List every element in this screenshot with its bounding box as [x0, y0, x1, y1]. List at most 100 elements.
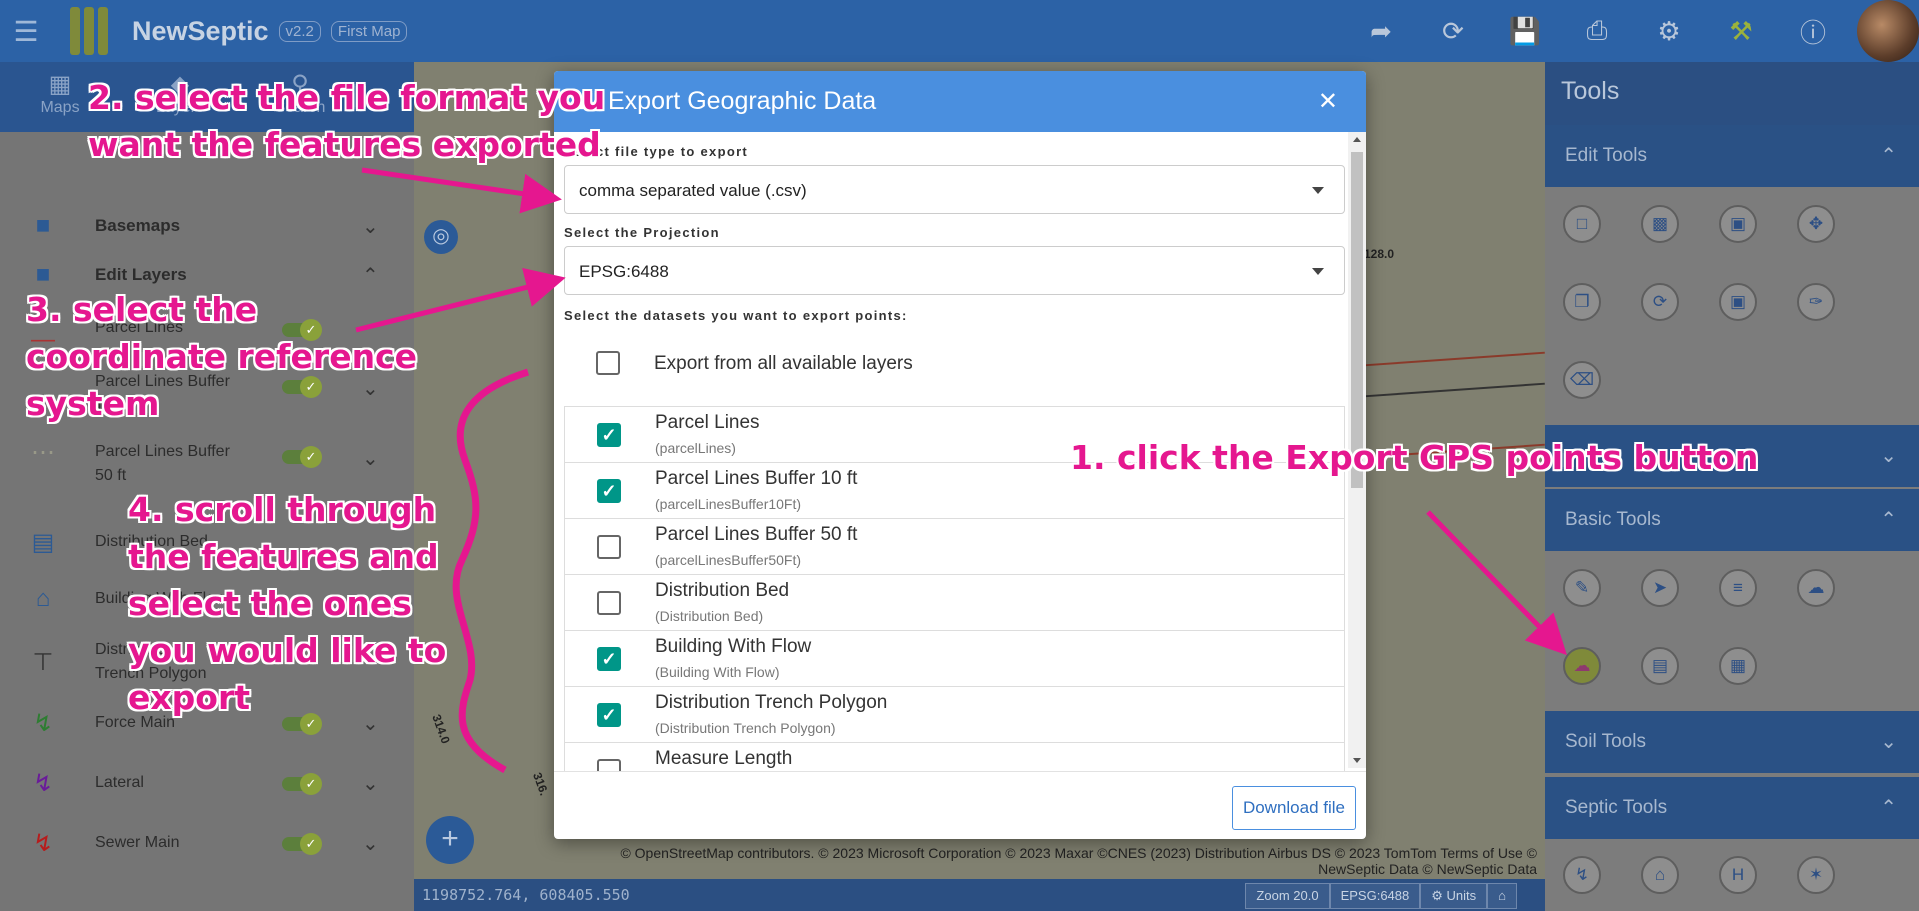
sewer-main-icon: ↯	[32, 829, 54, 857]
projection-chip[interactable]: EPSG:6488	[1329, 883, 1421, 909]
select-multi-icon[interactable]: ▩	[1641, 205, 1679, 243]
section-edit-tools[interactable]: Edit Tools ⌃	[1545, 125, 1919, 187]
folder-download-icon[interactable]: ▤	[1641, 647, 1679, 685]
pencil-icon[interactable]: ✎	[1563, 569, 1601, 607]
tools-panel-title: Tools	[1545, 62, 1919, 125]
dataset-checkbox[interactable]: ✓	[597, 423, 621, 447]
refresh-icon[interactable]: ⟳	[1417, 16, 1489, 47]
chevron-down-icon: ⌄	[1880, 731, 1897, 753]
user-avatar[interactable]	[1857, 0, 1919, 62]
copy-icon[interactable]: ❐	[1563, 283, 1601, 321]
tools-panel: Tools Edit Tools ⌃ □ ▩ ▣ ✥ ❐ ⟳ ▣ ✑ ⌫ ⌄ Ba…	[1545, 62, 1919, 911]
cloud-upload-icon[interactable]: ☁	[1797, 569, 1835, 607]
trash-icon[interactable]: ⌫	[1563, 361, 1601, 399]
dropdown-caret-icon	[1312, 187, 1324, 194]
trench-icon: ⊤	[32, 648, 54, 676]
list-item[interactable]: Measure Length	[564, 743, 1345, 772]
dropdown-caret-icon	[1312, 268, 1324, 275]
download-file-button[interactable]: Download file	[1231, 786, 1356, 830]
file-type-select[interactable]: comma separated value (.csv)	[564, 165, 1345, 214]
dataset-checkbox[interactable]	[597, 591, 621, 615]
list-item[interactable]: Parcel Lines Buffer 50 ft (parcelLinesBu…	[564, 519, 1345, 575]
list-item[interactable]: ✓ Distribution Trench Polygon (Distribut…	[564, 687, 1345, 743]
list-item[interactable]: ✓ Building With Flow (Building With Flow…	[564, 631, 1345, 687]
zoom-level: Zoom 20.0	[1245, 883, 1330, 909]
contour-label: 128.0	[1364, 247, 1395, 261]
bed-icon: ▤	[31, 528, 55, 556]
menu-icon[interactable]: ☰	[0, 15, 52, 48]
lateral-icon: ↯	[32, 769, 54, 797]
map-status-bar: 1198752.764, 608405.550 Zoom 20.0 EPSG:6…	[414, 879, 1545, 911]
export-gps-points-button[interactable]: ☁	[1563, 647, 1601, 685]
layer-item[interactable]: ⋯ Parcel Lines Buffer 50 ft ⌄	[0, 439, 414, 490]
dialog-header: ☁ Export Geographic Data ✕	[554, 71, 1366, 132]
parcel-line	[1364, 351, 1545, 367]
buffer-line	[1364, 382, 1545, 398]
layer-toggle[interactable]	[282, 833, 322, 855]
chevron-down-icon: ⌄	[1880, 445, 1897, 467]
annotation-step-4: 4. scroll through the features and selec…	[128, 490, 447, 717]
home-icon: ⌂	[35, 585, 51, 612]
dataset-checkbox[interactable]: ✓	[597, 647, 621, 671]
layer-group-basemaps[interactable]: ■ Basemaps ⌄	[0, 209, 414, 243]
export-all-label: Export from all available layers	[654, 353, 913, 374]
dialog-title: Export Geographic Data	[608, 87, 877, 115]
layer-item[interactable]: ↯ Lateral ⌄	[0, 766, 414, 800]
annotation-step-2: 2. select the file format you want the f…	[88, 78, 606, 164]
tools-icon[interactable]: ⚒	[1705, 16, 1777, 47]
scroll-down-icon[interactable]	[1353, 758, 1361, 763]
contour-label: 316.	[530, 770, 552, 798]
chevron-down-icon[interactable]: ⌄	[362, 771, 379, 796]
network-icon[interactable]: ✶	[1797, 856, 1835, 894]
locate-icon[interactable]: ◎	[424, 220, 458, 254]
pointer-icon[interactable]: ➤	[1641, 569, 1679, 607]
folder-icon: ■	[35, 261, 51, 288]
list-item[interactable]: Distribution Bed (Distribution Bed)	[564, 575, 1345, 631]
map-attribution: © OpenStreetMap contributors. © 2023 Mic…	[620, 845, 1537, 877]
dataset-checkbox[interactable]	[597, 535, 621, 559]
section-soil-tools[interactable]: Soil Tools ⌄	[1545, 711, 1919, 773]
chevron-down-icon[interactable]: ⌄	[362, 831, 379, 856]
select-frame-icon[interactable]: ▦	[1719, 647, 1757, 685]
export-all-checkbox[interactable]	[596, 351, 620, 375]
hs-icon[interactable]: H	[1719, 856, 1757, 894]
close-icon[interactable]: ✕	[1318, 87, 1338, 116]
dataset-checkbox[interactable]: ✓	[597, 479, 621, 503]
layer-item[interactable]: ↯ Sewer Main ⌄	[0, 826, 414, 860]
move-icon[interactable]: ✥	[1797, 205, 1835, 243]
chevron-up-icon: ⌃	[1880, 145, 1897, 167]
house-icon[interactable]: ⌂	[1641, 856, 1679, 894]
save-icon[interactable]: 💾	[1489, 16, 1561, 47]
select-area-icon[interactable]: ▣	[1719, 205, 1757, 243]
chevron-up-icon: ⌃	[1880, 509, 1897, 531]
pipe-icon[interactable]: ↯	[1563, 856, 1601, 894]
coordinate-readout: 1198752.764, 608405.550	[422, 886, 630, 904]
notes-icon[interactable]: ≡	[1719, 569, 1757, 607]
version-badge: v2.2	[278, 20, 321, 42]
info-icon[interactable]: ⓘ	[1777, 13, 1849, 50]
chevron-down-icon[interactable]: ⌄	[362, 446, 379, 471]
rotate-icon[interactable]: ⟳	[1641, 283, 1679, 321]
select-box-icon[interactable]: □	[1563, 205, 1601, 243]
units-button[interactable]: ⚙ Units	[1420, 883, 1488, 909]
dialog-footer: Download file	[554, 771, 1366, 839]
projection-select[interactable]: EPSG:6488	[564, 246, 1345, 295]
annotation-step-3: 3. select the coordinate reference syste…	[26, 290, 418, 423]
dataset-checkbox[interactable]: ✓	[597, 703, 621, 727]
print-icon[interactable]: ⎙	[1561, 15, 1633, 47]
section-septic-tools[interactable]: Septic Tools ⌃	[1545, 777, 1919, 839]
layer-toggle[interactable]	[282, 446, 322, 468]
layer-toggle[interactable]	[282, 773, 322, 795]
home-button[interactable]: ⌂	[1487, 883, 1517, 909]
share-icon[interactable]: ➦	[1345, 16, 1417, 47]
dashed-line-icon: ⋯	[31, 439, 55, 466]
chevron-up-icon[interactable]: ⌃	[362, 263, 379, 288]
add-button[interactable]: +	[426, 816, 474, 864]
chevron-down-icon[interactable]: ⌄	[362, 214, 379, 239]
scroll-up-icon[interactable]	[1353, 137, 1361, 142]
brush-icon[interactable]: ✑	[1797, 283, 1835, 321]
section-basic-tools[interactable]: Basic Tools ⌃	[1545, 489, 1919, 551]
image-icon[interactable]: ▣	[1719, 283, 1757, 321]
settings-icon[interactable]: ⚙	[1633, 16, 1705, 47]
force-main-icon: ↯	[32, 709, 54, 737]
